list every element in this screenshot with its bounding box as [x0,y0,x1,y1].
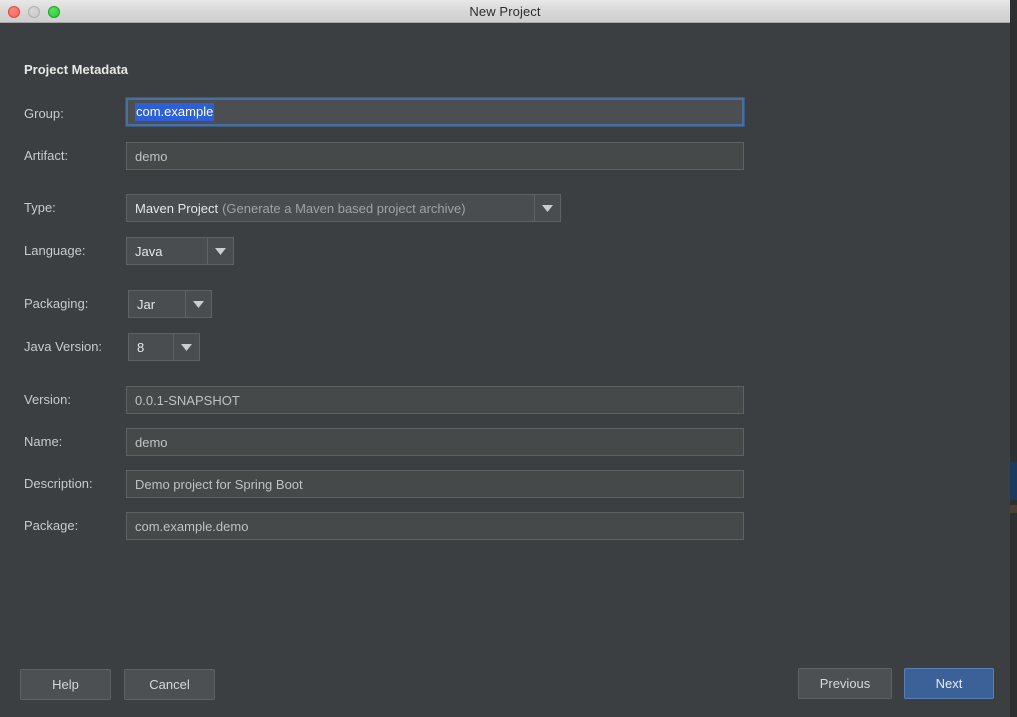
artifact-label: Artifact: [24,142,68,170]
chevron-down-icon[interactable] [534,195,560,221]
version-input-value: 0.0.1-SNAPSHOT [135,393,240,408]
language-combobox-value: Java [127,238,207,264]
artifact-input[interactable]: demo [126,142,744,170]
description-input-value: Demo project for Spring Boot [135,477,303,492]
dialog-content: Project Metadata Group: com.example Arti… [0,23,1010,717]
java-version-combobox[interactable]: 8 [128,333,200,361]
type-combobox-value-main: Maven Project [135,201,218,216]
new-project-dialog: New Project Project Metadata Group: com.… [0,0,1010,717]
background-window-strip [1009,0,1017,717]
description-input[interactable]: Demo project for Spring Boot [126,470,744,498]
type-combobox-value-hint: (Generate a Maven based project archive) [222,201,466,216]
maximize-window-icon[interactable] [48,6,60,18]
language-label: Language: [24,237,85,265]
close-window-icon[interactable] [8,6,20,18]
package-label: Package: [24,512,78,540]
chevron-down-icon[interactable] [207,238,233,264]
chevron-down-icon[interactable] [185,291,211,317]
description-label: Description: [24,470,93,498]
packaging-label: Packaging: [24,290,88,318]
group-label: Group: [24,100,64,128]
name-label: Name: [24,428,62,456]
background-window-accent [1010,462,1017,500]
window-title: New Project [0,4,1010,19]
help-button[interactable]: Help [20,669,111,700]
background-window-accent-secondary [1010,505,1017,513]
package-input-value: com.example.demo [135,519,248,534]
language-combobox[interactable]: Java [126,237,234,265]
next-button[interactable]: Next [904,668,994,699]
java-version-combobox-value: 8 [129,334,173,360]
page-title: Project Metadata [24,62,128,77]
name-input-value: demo [135,435,168,450]
version-label: Version: [24,386,71,414]
artifact-input-value: demo [135,149,168,164]
minimize-window-icon[interactable] [28,6,40,18]
java-version-label: Java Version: [24,333,102,361]
window-controls [8,0,60,23]
packaging-combobox-value: Jar [129,291,185,317]
type-combobox[interactable]: Maven Project (Generate a Maven based pr… [126,194,561,222]
group-input-value: com.example [135,103,214,121]
package-input[interactable]: com.example.demo [126,512,744,540]
type-combobox-value: Maven Project (Generate a Maven based pr… [127,195,534,221]
window-titlebar: New Project [0,0,1010,23]
group-input[interactable]: com.example [126,98,744,126]
chevron-down-icon[interactable] [173,334,199,360]
cancel-button[interactable]: Cancel [124,669,215,700]
name-input[interactable]: demo [126,428,744,456]
packaging-combobox[interactable]: Jar [128,290,212,318]
type-label: Type: [24,194,56,222]
previous-button[interactable]: Previous [798,668,892,699]
version-input[interactable]: 0.0.1-SNAPSHOT [126,386,744,414]
